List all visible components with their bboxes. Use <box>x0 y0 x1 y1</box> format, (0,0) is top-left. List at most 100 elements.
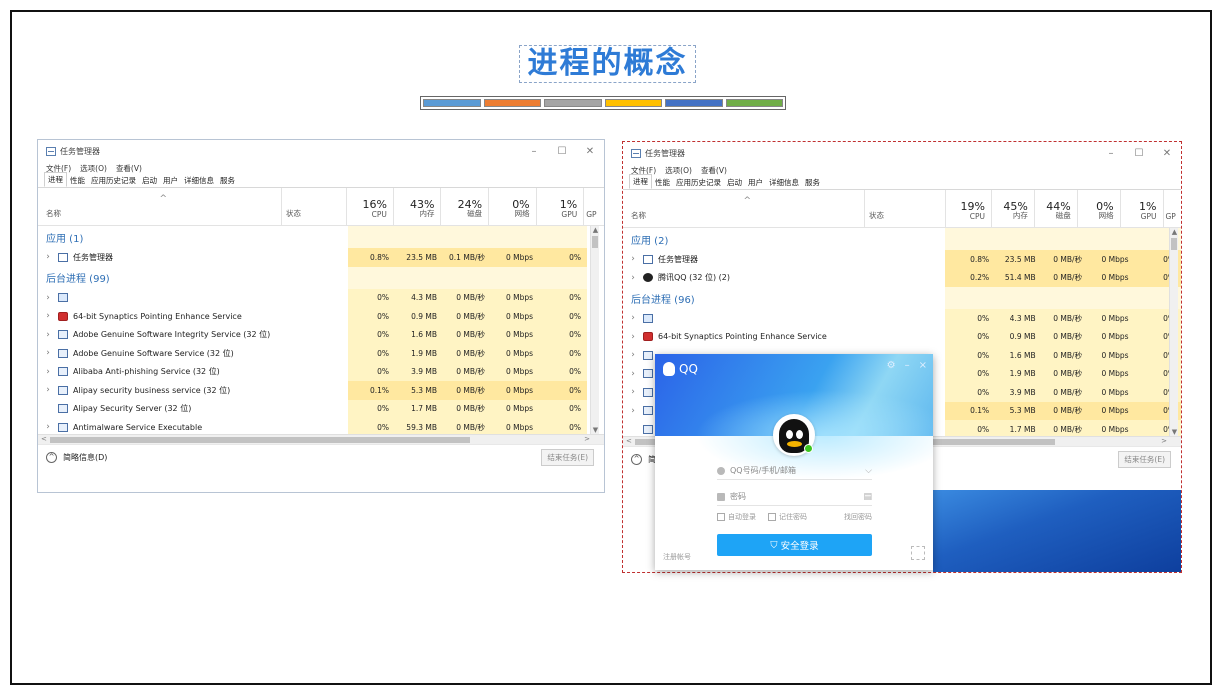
chevron-right-icon[interactable]: › <box>38 311 52 321</box>
close-icon[interactable]: ✕ <box>1153 148 1181 159</box>
process-row[interactable]: › Antimalware Service Executable 0% 59.3 MB… <box>38 418 604 434</box>
scroll-up-icon[interactable]: ▲ <box>591 226 600 234</box>
collapse-icon[interactable]: ^ <box>46 452 57 463</box>
vertical-scrollbar[interactable]: ▲ ▼ <box>590 226 599 434</box>
scroll-right-icon[interactable]: > <box>584 435 590 443</box>
scroll-thumb[interactable] <box>1171 238 1177 250</box>
column-gpu[interactable]: 1% GPU <box>1121 190 1164 227</box>
close-icon[interactable]: ✕ <box>576 146 604 157</box>
process-row[interactable]: › 64-bit Synaptics Pointing Enhance Servi… <box>38 307 604 326</box>
avatar[interactable] <box>773 414 815 456</box>
tab[interactable]: 进程 <box>44 172 67 187</box>
tab[interactable]: 用户 <box>160 174 181 187</box>
minimize-icon[interactable]: – <box>520 146 548 157</box>
tab[interactable]: 性能 <box>67 174 88 187</box>
column-gpu[interactable]: 1% GPU <box>537 188 585 225</box>
chevron-right-icon[interactable]: › <box>38 385 52 395</box>
scroll-up-icon[interactable]: ▲ <box>1170 228 1179 236</box>
column-status[interactable]: 状态 <box>865 190 946 227</box>
scroll-thumb[interactable] <box>50 437 470 443</box>
tab[interactable]: 用户 <box>745 176 766 189</box>
tab[interactable]: 启动 <box>724 176 745 189</box>
chevron-right-icon[interactable]: › <box>623 273 637 283</box>
process-row[interactable]: ›腾讯QQ (32 位) (2)0.2%51.4 MB0 MB/秒0 Mbps0… <box>623 268 1181 287</box>
settings-icon[interactable]: ⚙ <box>887 360 896 371</box>
chevron-right-icon[interactable]: › <box>623 332 637 342</box>
tab[interactable]: 应用历史记录 <box>88 174 139 187</box>
scroll-thumb[interactable] <box>592 236 598 248</box>
scroll-right-icon[interactable]: > <box>1161 437 1167 445</box>
remember-password-checkbox[interactable]: 记住密码 <box>768 512 807 522</box>
tab[interactable]: 启动 <box>139 174 160 187</box>
menu-item[interactable]: 选项(O) <box>80 163 107 174</box>
column-net[interactable]: 0% 网络 <box>1078 190 1121 227</box>
chevron-right-icon[interactable]: › <box>623 313 637 323</box>
column-mem[interactable]: 43% 内存 <box>394 188 442 225</box>
column-status[interactable]: 状态 <box>282 188 348 225</box>
chevron-right-icon[interactable]: › <box>623 406 637 416</box>
column-disk[interactable]: 24% 磁盘 <box>441 188 490 225</box>
secure-login-button[interactable]: ⛉ 安全登录 <box>717 534 872 556</box>
process-row[interactable]: › 任务管理器 0.8% 23.5 MB 0.1 MB/秒 0 Mbps 0% <box>38 248 604 267</box>
menu-item[interactable]: 查看(V) <box>701 165 727 176</box>
column-net[interactable]: 0% 网络 <box>489 188 537 225</box>
fewer-details-link[interactable]: 简略信息(D) <box>63 452 107 463</box>
column-name[interactable]: ^ 名称 <box>38 188 282 225</box>
menu-item[interactable]: 查看(V) <box>116 163 142 174</box>
column-mem[interactable]: 45% 内存 <box>992 190 1035 227</box>
column-disk[interactable]: 44% 磁盘 <box>1035 190 1078 227</box>
process-row[interactable]: › Alipay security business service (32 位)… <box>38 381 604 400</box>
column-gpu-engine[interactable]: GP <box>1164 190 1182 227</box>
chevron-right-icon[interactable]: › <box>623 254 637 264</box>
keyboard-icon[interactable]: ▤ <box>863 492 872 502</box>
process-row[interactable]: › Adobe Genuine Software Integrity Servic… <box>38 325 604 344</box>
close-icon[interactable]: × <box>919 360 927 371</box>
tab[interactable]: 服务 <box>802 176 823 189</box>
tab[interactable]: 服务 <box>217 174 238 187</box>
chevron-right-icon[interactable]: › <box>38 367 52 377</box>
minimize-icon[interactable]: – <box>1097 148 1125 159</box>
group-header[interactable]: 后台进程 (99) <box>38 266 604 289</box>
maximize-icon[interactable]: ☐ <box>1125 148 1153 159</box>
process-row[interactable]: Alipay Security Server (32 位) 0% 1.7 MB 0 M… <box>38 399 604 418</box>
vertical-scrollbar[interactable]: ▲ ▼ <box>1169 228 1178 436</box>
tab[interactable]: 性能 <box>652 176 673 189</box>
tab[interactable]: 应用历史记录 <box>673 176 724 189</box>
end-task-button[interactable]: 结束任务(E) <box>541 449 594 466</box>
column-cpu[interactable]: 19% CPU <box>946 190 992 227</box>
find-password-link[interactable]: 找回密码 <box>844 512 872 522</box>
menu-item[interactable]: 选项(O) <box>665 165 692 176</box>
column-cpu[interactable]: 16% CPU <box>347 188 394 225</box>
minimize-icon[interactable]: – <box>905 360 910 371</box>
horizontal-scrollbar[interactable]: < > <box>38 434 604 444</box>
password-field[interactable]: 密码 ▤ <box>717 488 872 506</box>
scroll-down-icon[interactable]: ▼ <box>1170 428 1179 436</box>
process-row[interactable]: › Alibaba Anti-phishing Service (32 位) 0% 3… <box>38 362 604 381</box>
process-row[interactable]: › Adobe Genuine Software Service (32 位) 0%… <box>38 344 604 363</box>
chevron-right-icon[interactable]: › <box>623 369 637 379</box>
process-row[interactable]: › 64-bit Synaptics Pointing Enhance Servi… <box>623 327 1181 346</box>
process-row[interactable]: ›0%4.3 MB0 MB/秒0 Mbps0% <box>623 309 1181 328</box>
account-field[interactable]: QQ号码/手机/邮箱 ⌵ <box>717 462 872 480</box>
chevron-down-icon[interactable]: ⌵ <box>865 466 872 476</box>
scroll-left-icon[interactable]: < <box>41 435 47 443</box>
chevron-right-icon[interactable]: › <box>623 350 637 360</box>
chevron-right-icon[interactable]: › <box>38 293 52 303</box>
column-name[interactable]: ^ 名称 <box>623 190 865 227</box>
qr-code-icon[interactable] <box>911 546 925 560</box>
chevron-right-icon[interactable]: › <box>38 330 52 340</box>
chevron-right-icon[interactable]: › <box>38 252 52 262</box>
scroll-left-icon[interactable]: < <box>626 437 632 445</box>
process-row[interactable]: ›0%4.3 MB0 MB/秒0 Mbps0% <box>38 288 604 307</box>
group-header[interactable]: 应用 (2) <box>623 228 1181 250</box>
chevron-right-icon[interactable]: › <box>623 387 637 397</box>
group-header[interactable]: 后台进程 (96) <box>623 287 1181 309</box>
chevron-right-icon[interactable]: › <box>38 348 52 358</box>
scroll-down-icon[interactable]: ▼ <box>591 426 600 434</box>
register-link[interactable]: 注册帐号 <box>663 552 691 562</box>
process-row[interactable]: ›任务管理器0.8%23.5 MB0 MB/秒0 Mbps0% <box>623 250 1181 269</box>
tab[interactable]: 进程 <box>629 174 652 189</box>
maximize-icon[interactable]: ☐ <box>548 146 576 157</box>
column-gpu-engine[interactable]: GP <box>584 188 604 225</box>
collapse-icon[interactable]: ^ <box>631 454 642 465</box>
